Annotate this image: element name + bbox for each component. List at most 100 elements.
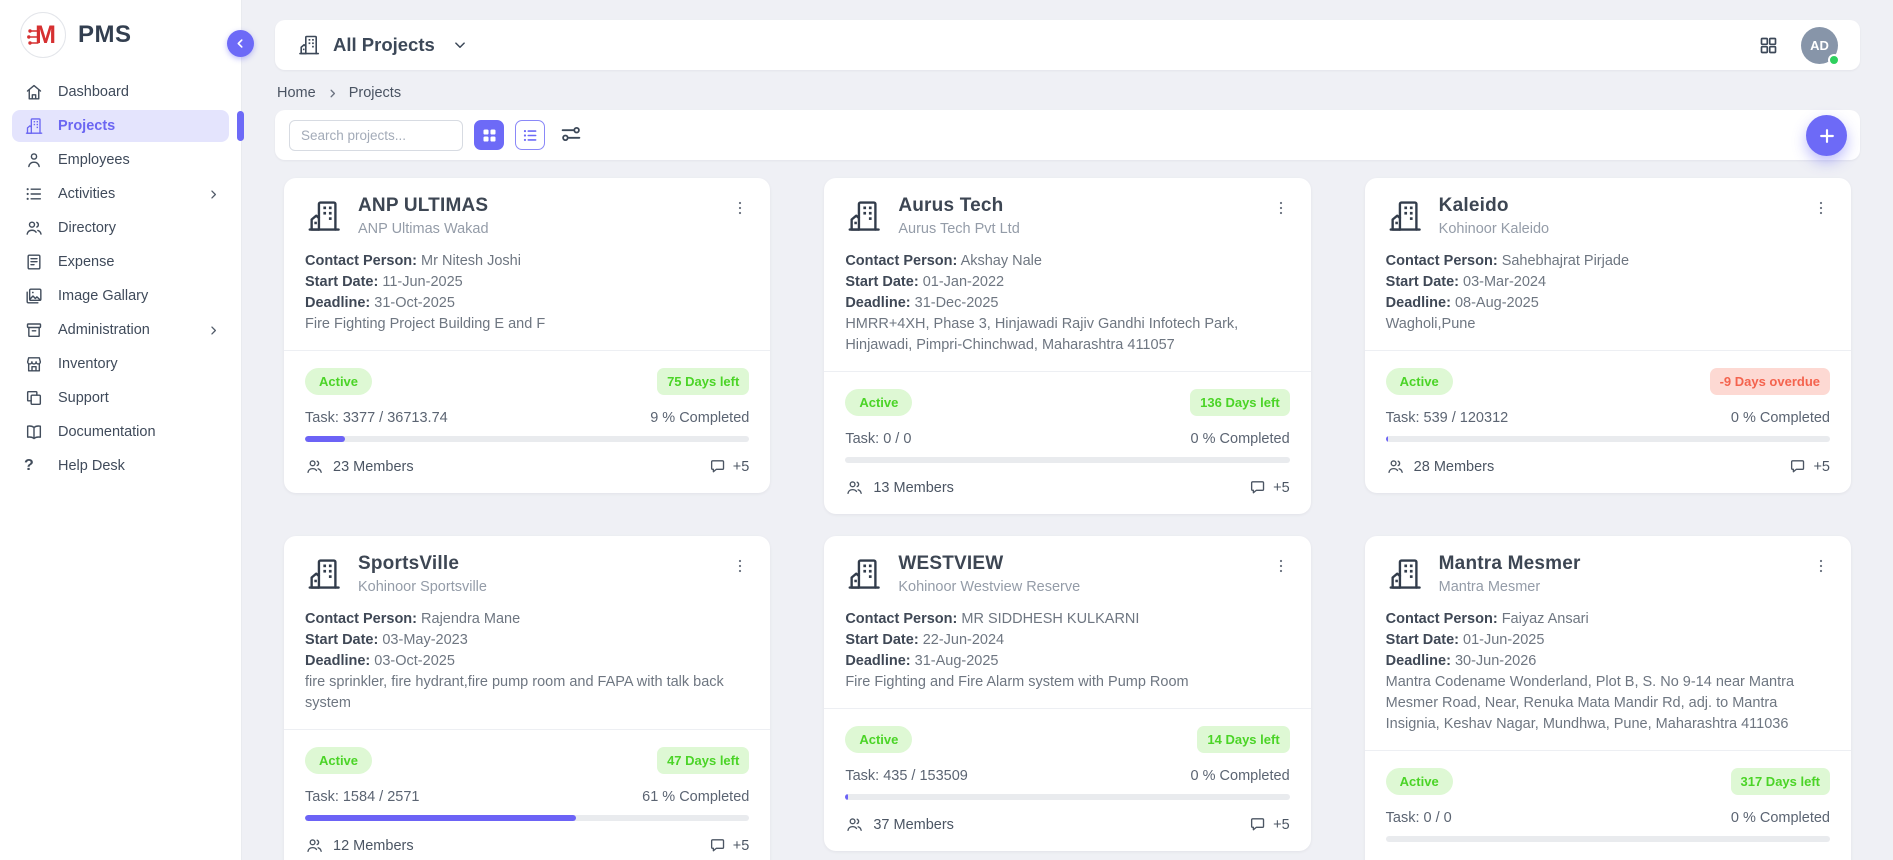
projects-toolbar [275,110,1860,160]
status-badge: Active [1386,368,1453,395]
deadline-line: Deadline: 08-Aug-2025 [1386,293,1830,314]
project-subtitle: Kohinoor Kaleido [1439,221,1797,237]
chat-icon [708,457,727,476]
comments-button[interactable]: +5 [708,457,750,476]
list-view-button[interactable] [515,120,545,150]
avatar-initials: AD [1810,38,1829,53]
members-icon [845,815,864,834]
contact-label: Contact Person: [305,253,417,269]
project-card-anp-ultimas[interactable]: ANP ULTIMAS ANP Ultimas Wakad Contact Pe… [284,178,770,493]
status-badge: Active [305,747,372,774]
sidebar-item-dashboard[interactable]: Dashboard [12,76,229,108]
project-card-westview[interactable]: WESTVIEW Kohinoor Westview Reserve Conta… [824,536,1310,851]
deadline-label: Deadline: [305,653,370,669]
add-project-button[interactable] [1806,115,1847,156]
kebab-menu-icon[interactable] [731,199,749,217]
sidebar-item-label: Support [58,390,109,406]
chevron-left-icon [233,36,248,51]
project-description: Wagholi,Pune [1386,314,1830,335]
building-icon [297,33,321,57]
start-value: 03-May-2023 [382,632,467,648]
sidebar-item-documentation[interactable]: Documentation [12,416,229,448]
logo-circuit-icon [27,25,41,49]
deadline-label: Deadline: [305,295,370,311]
contact-label: Contact Person: [845,253,957,269]
building-icon [305,555,343,593]
project-card-aurus-tech[interactable]: Aurus Tech Aurus Tech Pvt Ltd Contact Pe… [824,178,1310,514]
sidebar-item-support[interactable]: Support [12,382,229,414]
deadline-line: Deadline: 31-Oct-2025 [305,293,749,314]
sidebar-item-label: Expense [58,254,114,270]
comments-button[interactable]: +5 [708,836,750,855]
deadline-value: 08-Aug-2025 [1455,295,1539,311]
project-card-mantra-mesmer[interactable]: Mantra Mesmer Mantra Mesmer Contact Pers… [1365,536,1851,860]
sidebar-item-label: Inventory [58,356,118,372]
kebab-menu-icon[interactable] [1272,557,1290,575]
sidebar-item-administration[interactable]: Administration [12,314,229,346]
sidebar-item-label: Image Gallary [58,288,148,304]
avatar[interactable]: AD [1801,27,1838,64]
start-label: Start Date: [305,632,378,648]
task-count: Task: 0 / 0 [1386,810,1452,826]
sidebar-item-activities[interactable]: Activities [12,178,229,210]
contact-person-line: Contact Person: MR SIDDHESH KULKARNI [845,609,1289,630]
building-icon [1386,555,1424,593]
project-card-kaleido[interactable]: Kaleido Kohinoor Kaleido Contact Person:… [1365,178,1851,493]
breadcrumb-home[interactable]: Home [277,85,316,101]
start-value: 22-Jun-2024 [923,632,1004,648]
contact-person-line: Contact Person: Akshay Nale [845,251,1289,272]
sidebar-item-label: Help Desk [58,458,125,474]
start-date-line: Start Date: 01-Jun-2025 [1386,630,1830,651]
sidebar-collapse-button[interactable] [227,30,254,57]
chevron-right-icon [206,187,221,202]
building-icon [24,116,44,136]
members-icon [305,457,324,476]
grid-view-icon [480,126,499,145]
comments-button[interactable]: +5 [1248,815,1290,834]
project-name: SportsVille [358,553,716,575]
sidebar-item-help-desk[interactable]: ? Help Desk [12,450,229,482]
breadcrumb-projects[interactable]: Projects [349,85,401,101]
kebab-menu-icon[interactable] [1812,557,1830,575]
days-left-badge: 75 Days left [657,368,749,395]
task-count: Task: 435 / 153509 [845,768,968,784]
home-icon [24,82,44,102]
sidebar-item-directory[interactable]: Directory [12,212,229,244]
members-icon [845,478,864,497]
comments-button[interactable]: +5 [1788,457,1830,476]
grid-view-button[interactable] [474,120,504,150]
project-card-sportsville[interactable]: SportsVille Kohinoor Sportsville Contact… [284,536,770,860]
filter-sliders-icon[interactable] [559,122,585,148]
contact-label: Contact Person: [1386,611,1498,627]
sidebar-item-employees[interactable]: Employees [12,144,229,176]
start-value: 01-Jan-2022 [923,274,1004,290]
sidebar-item-expense[interactable]: Expense [12,246,229,278]
sidebar-nav: Dashboard Projects Employees Activities … [0,68,241,490]
task-count: Task: 0 / 0 [845,431,911,447]
members-icon [1386,457,1405,476]
sidebar-item-inventory[interactable]: Inventory [12,348,229,380]
project-description: HMRR+4XH, Phase 3, Hinjawadi Rajiv Gandh… [845,314,1289,356]
project-name: Aurus Tech [898,195,1256,217]
archive-icon [24,320,44,340]
top-header-bar: All Projects AD [275,20,1860,70]
online-status-dot [1828,54,1840,66]
sidebar-item-label: Directory [58,220,116,236]
kebab-menu-icon[interactable] [1812,199,1830,217]
building-icon [845,555,883,593]
sidebar: M PMS Dashboard Projects Employees Activ… [0,0,242,860]
kebab-menu-icon[interactable] [731,557,749,575]
comments-count: +5 [1273,817,1290,833]
apps-grid-icon[interactable] [1758,35,1779,56]
sidebar-item-projects[interactable]: Projects [12,110,229,142]
sidebar-item-label: Projects [58,118,115,134]
sidebar-item-image-gallary[interactable]: Image Gallary [12,280,229,312]
comments-button[interactable]: +5 [1248,478,1290,497]
search-input[interactable] [289,120,463,151]
days-left-badge: -9 Days overdue [1710,368,1830,395]
start-value: 11-Jun-2025 [382,274,462,290]
project-selector[interactable]: All Projects [297,33,469,57]
kebab-menu-icon[interactable] [1272,199,1290,217]
percent-completed: 0 % Completed [1731,410,1830,426]
project-description: Fire Fighting and Fire Alarm system with… [845,672,1289,693]
